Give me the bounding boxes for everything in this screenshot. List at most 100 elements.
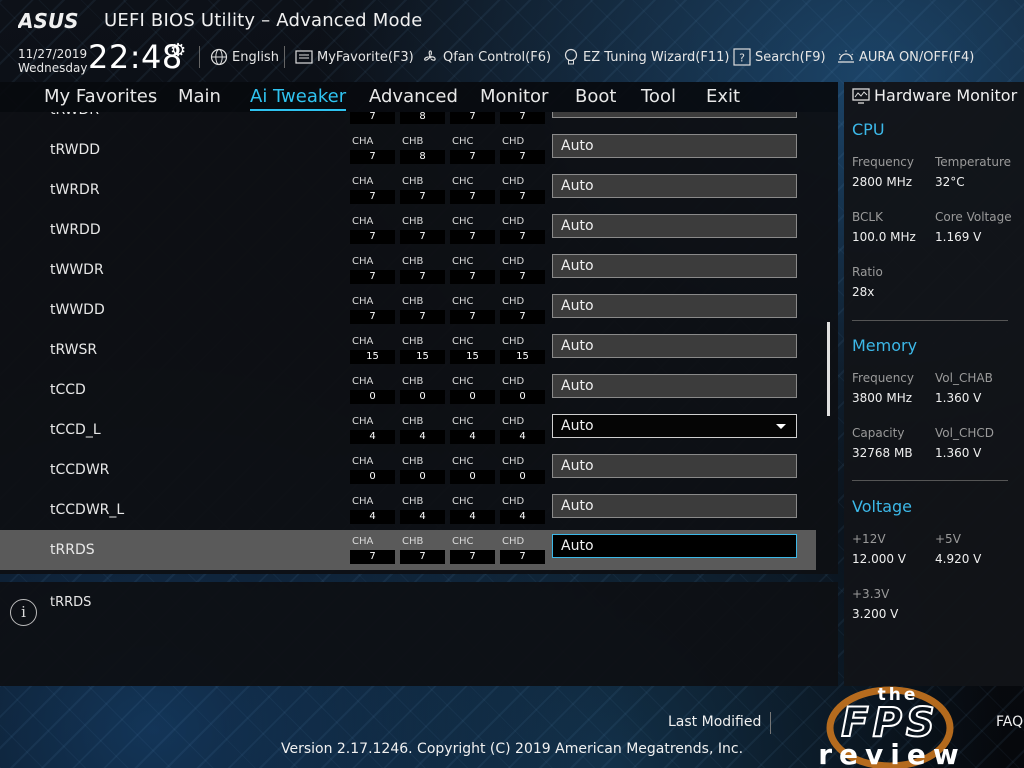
channel-name: CHC xyxy=(452,376,474,387)
setting-input[interactable]: Auto xyxy=(552,134,797,158)
setting-row-twwdr[interactable]: tWWDR CHA 7 CHB 7 CHC 7 CHD 7 Auto xyxy=(0,250,816,290)
setting-row-twrdd[interactable]: tWRDD CHA 7 CHB 7 CHC 7 CHD 7 Auto xyxy=(0,210,816,250)
setting-row-trrds[interactable]: tRRDS CHA 7 CHB 7 CHC 7 CHD 7 Auto xyxy=(0,530,816,570)
memory-vol-chab-label: Vol_CHAB xyxy=(935,371,993,385)
aura-label: AURA ON/OFF(F4) xyxy=(859,49,975,65)
channel-chb-readout: CHB 7 xyxy=(400,536,445,564)
setting-input[interactable]: Auto xyxy=(552,454,797,478)
channel-name: CHD xyxy=(502,336,525,347)
channel-value: 8 xyxy=(400,112,445,124)
channel-value: 0 xyxy=(400,390,445,404)
tab-my-favorites[interactable]: My Favorites xyxy=(44,86,157,107)
setting-value: Auto xyxy=(561,218,594,234)
channel-chb-readout: CHB 8 xyxy=(400,136,445,164)
channel-value: 7 xyxy=(400,270,445,284)
channel-name: CHC xyxy=(452,216,474,227)
tab-boot[interactable]: Boot xyxy=(575,86,616,107)
setting-input[interactable]: Auto xyxy=(552,294,797,318)
memory-capacity-label: Capacity xyxy=(852,426,905,440)
clock-settings-gear-icon[interactable]: ⚙ xyxy=(170,40,186,61)
chevron-down-icon xyxy=(776,424,786,429)
channel-name: CHB xyxy=(402,496,424,507)
app-title: UEFI BIOS Utility – Advanced Mode xyxy=(104,10,423,31)
channel-name: CHD xyxy=(502,176,525,187)
tab-main[interactable]: Main xyxy=(178,86,221,107)
monitor-icon xyxy=(852,87,870,104)
monitor-divider xyxy=(852,320,1008,321)
myfavorite-button[interactable]: MyFavorite(F3) xyxy=(295,46,414,68)
tab-monitor[interactable]: Monitor xyxy=(480,86,548,107)
channel-name: CHA xyxy=(352,456,374,467)
channel-chb-readout: CHB 7 xyxy=(400,216,445,244)
channel-name: CHA xyxy=(352,136,374,147)
setting-label: tRWDR xyxy=(50,112,99,118)
setting-input[interactable]: Auto xyxy=(552,334,797,358)
search-button[interactable]: ? Search(F9) xyxy=(733,46,826,68)
channel-chb-readout: CHB 15 xyxy=(400,336,445,364)
setting-dropdown[interactable]: Auto xyxy=(552,414,797,438)
voltage-12v-value: 12.000 V xyxy=(852,552,907,566)
channel-chd-readout: CHD 7 xyxy=(500,216,545,244)
setting-input[interactable]: Auto xyxy=(552,112,797,118)
fps-review-watermark-logo: the FPS review xyxy=(818,686,959,768)
setting-input[interactable]: Auto xyxy=(552,214,797,238)
cpu-core-voltage-value: 1.169 V xyxy=(935,230,982,244)
ez-tuning-wizard-label: EZ Tuning Wizard(F11) xyxy=(583,49,730,65)
channel-chb-readout: CHB 7 xyxy=(400,176,445,204)
setting-row-twwdd[interactable]: tWWDD CHA 7 CHB 7 CHC 7 CHD 7 Auto xyxy=(0,290,816,330)
setting-input[interactable]: Auto xyxy=(552,174,797,198)
channel-value: 0 xyxy=(400,470,445,484)
channel-value: 7 xyxy=(350,112,395,124)
setting-row-tccdwr[interactable]: tCCDWR CHA 0 CHB 0 CHC 0 CHD 0 Auto xyxy=(0,450,816,490)
channel-chd-readout: CHD 4 xyxy=(500,416,545,444)
channel-chd-readout: CHD 0 xyxy=(500,376,545,404)
search-label: Search(F9) xyxy=(755,49,826,65)
last-modified-button[interactable]: Last Modified xyxy=(668,714,761,730)
setting-input[interactable]: Auto xyxy=(552,254,797,278)
channel-chc-readout: CHC 15 xyxy=(450,336,495,364)
channel-value: 7 xyxy=(500,190,545,204)
bulb-icon xyxy=(564,48,578,65)
setting-row-tccdwr-l[interactable]: tCCDWR_L CHA 4 CHB 4 CHC 4 CHD 4 Auto xyxy=(0,490,816,530)
setting-row-trwdr[interactable]: tRWDR CHA7 CHB8 CHC7 CHD7 Auto xyxy=(0,112,816,130)
help-panel: i tRRDS xyxy=(0,582,838,686)
language-label: English xyxy=(232,49,279,65)
setting-input[interactable]: Auto xyxy=(552,374,797,398)
channel-chc-readout: CHC 4 xyxy=(450,496,495,524)
clock: 22:48 xyxy=(88,38,183,76)
setting-row-twrdr[interactable]: tWRDR CHA 7 CHB 7 CHC 7 CHD 7 Auto xyxy=(0,170,816,210)
channel-value: 7 xyxy=(400,190,445,204)
channel-chd-readout: CHD 7 xyxy=(500,136,545,164)
tab-exit[interactable]: Exit xyxy=(706,86,740,107)
language-button[interactable]: English xyxy=(210,46,279,68)
channel-value: 7 xyxy=(450,150,495,164)
settings-scrollbar[interactable] xyxy=(827,322,830,416)
setting-input[interactable]: Auto xyxy=(552,494,797,518)
qfan-control-button[interactable]: Qfan Control(F6) xyxy=(421,46,551,68)
setting-row-trwsr[interactable]: tRWSR CHA 15 CHB 15 CHC 15 CHD 15 Auto xyxy=(0,330,816,370)
tab-tool[interactable]: Tool xyxy=(641,86,676,107)
channel-value: 7 xyxy=(450,550,495,564)
ez-tuning-wizard-button[interactable]: EZ Tuning Wizard(F11) xyxy=(563,46,729,68)
tab-ai-tweaker[interactable]: Ai Tweaker xyxy=(250,86,347,111)
channel-value: 7 xyxy=(400,230,445,244)
setting-label: tRWSR xyxy=(50,342,98,358)
memory-frequency-value: 3800 MHz xyxy=(852,391,913,405)
channel-value: 15 xyxy=(350,350,395,364)
channel-chc-readout: CHC7 xyxy=(450,296,495,324)
setting-row-trwdd[interactable]: tRWDD CHA 7 CHB 8 CHC 7 CHD 7 Auto xyxy=(0,130,816,170)
channel-name: CHC xyxy=(452,456,474,467)
channel-chc-readout: CHC7 xyxy=(450,112,495,124)
aura-toggle-button[interactable]: AURA ON/OFF(F4) xyxy=(837,46,974,68)
date-text: 11/27/2019 xyxy=(18,47,88,61)
setting-row-tccd[interactable]: tCCD CHA 0 CHB 0 CHC 0 CHD 0 Auto xyxy=(0,370,816,410)
setting-label: tRWDD xyxy=(50,142,101,158)
channel-value: 7 xyxy=(450,230,495,244)
hardware-monitor-label: Hardware Monitor xyxy=(874,86,1018,105)
settings-panel: tRWDRCHA7CHB8CHC7CHD7AutotRWDDCHA7CHB8CH… xyxy=(0,112,838,574)
channel-value: 7 xyxy=(500,550,545,564)
setting-row-tccd-l[interactable]: tCCD_L CHA 4 CHB 4 CHC 4 CHD 4 Auto xyxy=(0,410,816,450)
setting-input[interactable]: Auto xyxy=(552,534,797,558)
header: ASUS UEFI BIOS Utility – Advanced Mode 1… xyxy=(0,0,1024,82)
tab-advanced[interactable]: Advanced xyxy=(369,86,458,107)
